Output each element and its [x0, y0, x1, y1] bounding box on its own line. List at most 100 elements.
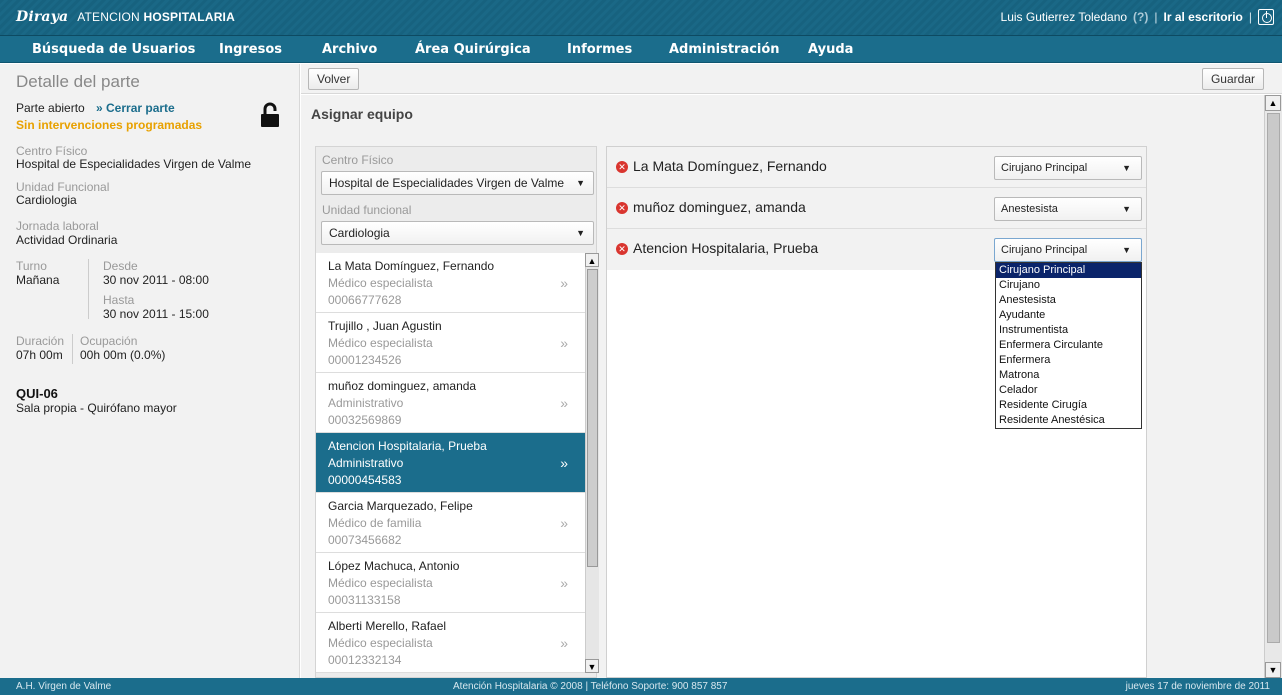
- unidad-select-value: Cardiologia: [329, 226, 390, 240]
- user-name: Luis Gutierrez Toledano: [1000, 10, 1128, 24]
- remove-icon[interactable]: ✕: [616, 243, 628, 255]
- brand-app-name-bold: HOSPITALARIA: [143, 10, 235, 24]
- role-option[interactable]: Celador: [996, 383, 1141, 398]
- assigned-member-row: ✕ La Mata Domínguez, Fernando Cirujano P…: [607, 147, 1146, 188]
- role-option[interactable]: Matrona: [996, 368, 1141, 383]
- staff-list-item[interactable]: muñoz dominguez, amanda Administrativo 0…: [316, 373, 586, 433]
- separator: |: [1248, 10, 1252, 24]
- no-interventions-notice: Sin intervenciones programadas: [16, 118, 203, 132]
- role-option[interactable]: Cirujano Principal: [996, 263, 1141, 278]
- scroll-down-icon[interactable]: ▼: [1265, 662, 1281, 678]
- separator: |: [1154, 10, 1158, 24]
- report-status: Parte abierto: [16, 101, 85, 115]
- scrollbar-thumb[interactable]: [1267, 113, 1280, 643]
- add-arrow-icon[interactable]: »: [560, 515, 568, 531]
- menu-ayuda[interactable]: Ayuda: [808, 42, 853, 57]
- staff-role: Médico especialista: [328, 276, 433, 290]
- staff-name: López Machuca, Antonio: [328, 559, 460, 573]
- staff-id: 00073456682: [328, 533, 402, 547]
- assigned-member-row: ✕ muñoz dominguez, amanda Anestesista ▼: [607, 188, 1146, 229]
- remove-icon[interactable]: ✕: [616, 161, 628, 173]
- role-select[interactable]: Anestesista ▼: [994, 197, 1142, 221]
- scroll-up-icon[interactable]: ▲: [585, 253, 599, 267]
- staff-name: La Mata Domínguez, Fernando: [328, 259, 495, 273]
- divider: [88, 259, 89, 319]
- add-arrow-icon[interactable]: »: [560, 455, 568, 471]
- menu-busqueda-usuarios[interactable]: Búsqueda de Usuarios: [32, 42, 195, 57]
- footer-date: jueves 17 de noviembre de 2011: [1125, 681, 1270, 692]
- menu-informes[interactable]: Informes: [567, 42, 632, 57]
- staff-name: Alberti Merello, Rafael: [328, 619, 447, 633]
- page-scrollbar[interactable]: ▲ ▼: [1264, 95, 1282, 678]
- staff-list-item[interactable]: La Mata Domínguez, Fernando Médico espec…: [316, 253, 586, 313]
- ocupacion-label: Ocupación: [80, 334, 138, 348]
- role-option[interactable]: Residente Anestésica: [996, 413, 1141, 428]
- role-select-value: Anestesista: [1001, 203, 1058, 215]
- role-select-value: Cirujano Principal: [1001, 244, 1088, 256]
- staff-list-scrollbar[interactable]: ▲ ▼: [585, 253, 599, 673]
- add-arrow-icon[interactable]: »: [560, 275, 568, 291]
- hasta-value: 30 nov 2011 - 15:00: [103, 307, 209, 321]
- role-option[interactable]: Cirujano: [996, 278, 1141, 293]
- add-arrow-icon[interactable]: »: [560, 575, 568, 591]
- top-bar: Diraya ATENCION HOSPITALARIA Luis Gutier…: [0, 0, 1282, 36]
- role-option[interactable]: Enfermera: [996, 353, 1141, 368]
- close-report-link[interactable]: » Cerrar parte: [96, 101, 175, 115]
- add-arrow-icon[interactable]: »: [560, 335, 568, 351]
- chevron-down-icon: ▼: [1122, 245, 1131, 255]
- staff-list-item[interactable]: Garcia Marquezado, Felipe Médico de fami…: [316, 493, 586, 553]
- back-button[interactable]: Volver: [308, 68, 360, 90]
- add-arrow-icon[interactable]: »: [560, 635, 568, 651]
- scrollbar-thumb[interactable]: [587, 269, 598, 567]
- power-icon[interactable]: [1258, 9, 1274, 25]
- staff-role: Médico especialista: [328, 636, 433, 650]
- chevron-down-icon: ▼: [576, 228, 585, 238]
- menu-archivo[interactable]: Archivo: [322, 42, 377, 57]
- turno-label: Turno: [16, 259, 47, 273]
- staff-list-item[interactable]: Trujillo , Juan Agustin Médico especiali…: [316, 313, 586, 373]
- save-button[interactable]: Guardar: [1201, 68, 1264, 90]
- desktop-link[interactable]: Ir al escritorio: [1164, 10, 1243, 24]
- role-option[interactable]: Anestesista: [996, 293, 1141, 308]
- staff-list-item-selected[interactable]: Atencion Hospitalaria, Prueba Administra…: [316, 433, 586, 493]
- footer-copyright: Atención Hospitalaria © 2008 | Teléfono …: [453, 681, 728, 692]
- menu-ingresos[interactable]: Ingresos: [219, 42, 282, 57]
- staff-list-item[interactable]: López Machuca, Antonio Médico especialis…: [316, 553, 586, 613]
- scroll-up-icon[interactable]: ▲: [1265, 95, 1281, 111]
- staff-id: 00000454583: [328, 473, 402, 487]
- unlocked-icon[interactable]: [260, 102, 280, 128]
- staff-name: muñoz dominguez, amanda: [328, 379, 477, 393]
- unidad-value: Cardiologia: [16, 193, 77, 207]
- assigned-member-name: Atencion Hospitalaria, Prueba: [633, 240, 819, 256]
- ocupacion-value: 00h 00m (0.0%): [80, 348, 166, 362]
- chevron-down-icon: ▼: [1122, 163, 1131, 173]
- staff-list-item[interactable]: Alberti Merello, Rafael Médico especiali…: [316, 613, 586, 673]
- add-arrow-icon[interactable]: »: [560, 395, 568, 411]
- chevron-down-icon: ▼: [1122, 204, 1131, 214]
- scroll-down-icon[interactable]: ▼: [585, 659, 599, 673]
- staff-id: 00001234526: [328, 353, 402, 367]
- staff-id: 00066777628: [328, 293, 402, 307]
- panel-title: Detalle del parte: [16, 72, 140, 91]
- role-option[interactable]: Enfermera Circulante: [996, 338, 1141, 353]
- room-description: Sala propia - Quirófano mayor: [16, 401, 177, 415]
- role-select[interactable]: Cirujano Principal ▼: [994, 156, 1142, 180]
- staff-id: 00012332134: [328, 653, 402, 667]
- role-option[interactable]: Instrumentista: [996, 323, 1141, 338]
- assigned-member-name: La Mata Domínguez, Fernando: [633, 158, 827, 174]
- jornada-label: Jornada laboral: [16, 219, 99, 233]
- role-option[interactable]: Ayudante: [996, 308, 1141, 323]
- desde-label: Desde: [103, 259, 138, 273]
- help-icon[interactable]: (?): [1133, 10, 1148, 24]
- remove-icon[interactable]: ✕: [616, 202, 628, 214]
- role-select-open[interactable]: Cirujano Principal ▼: [994, 238, 1142, 262]
- menu-area-quirurgica[interactable]: Área Quirúrgica: [415, 42, 531, 57]
- main-menu: Búsqueda de Usuarios Ingresos Archivo Ár…: [0, 36, 1282, 63]
- centro-select[interactable]: Hospital de Especialidades Virgen de Val…: [321, 171, 594, 195]
- staff-name: Trujillo , Juan Agustin: [328, 319, 442, 333]
- role-option[interactable]: Residente Cirugía: [996, 398, 1141, 413]
- toolbar: Volver Guardar: [301, 64, 1282, 94]
- duracion-label: Duración: [16, 334, 65, 348]
- unidad-select[interactable]: Cardiologia ▼: [321, 221, 594, 245]
- menu-administracion[interactable]: Administración: [669, 42, 780, 57]
